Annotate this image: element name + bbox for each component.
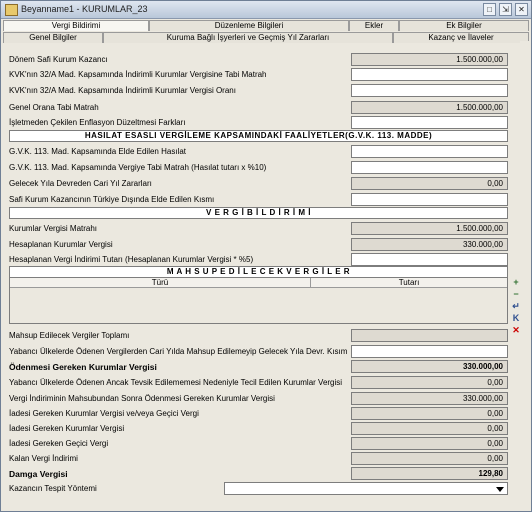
gvk-hasilat-label: G.V.K. 113. Mad. Kapsamında Elde Edilen … (9, 147, 186, 156)
tab-vergi-bildirimi[interactable]: Vergi Bildirimi (3, 20, 149, 31)
section-vergi-bildirimi: V E R G İ B İ L D İ R İ M İ (9, 207, 508, 219)
title-bar: Beyanname1 - KURUMLAR_23 □ ⇲ ✕ (1, 1, 531, 19)
iade-kv-label: İadesi Gereken Kurumlar Vergisi (9, 424, 125, 433)
yabanci-tecil-label: Yabancı Ülkelerde Ödenen Ancak Tevsik Ed… (9, 378, 343, 387)
safi-yurtdisi-field[interactable] (351, 193, 508, 206)
genel-oran-field: 1.500.000,00 (351, 101, 508, 114)
iade-kv-gecici-field: 0,00 (351, 407, 508, 420)
indirim-tutari-field[interactable] (351, 253, 508, 266)
gvk-matrah-label: G.V.K. 113. Mad. Kapsamında Vergiye Tabi… (9, 163, 267, 172)
genel-oran-label: Genel Orana Tabi Matrah (9, 103, 99, 112)
kvk32a-matrah-field[interactable] (351, 68, 508, 81)
kalan-indirim-field: 0,00 (351, 452, 508, 465)
tab-ekler[interactable]: Ekler (349, 20, 399, 31)
mahsup-toplam-label: Mahsup Edilecek Vergiler Toplamı (9, 331, 130, 340)
safi-yurtdisi-label: Safi Kurum Kazancının Türkiye Dışında El… (9, 195, 215, 204)
window-title: Beyanname1 - KURUMLAR_23 (21, 4, 148, 14)
iade-kv-field: 0,00 (351, 422, 508, 435)
gelecek-zarar-field: 0,00 (351, 177, 508, 190)
grid-col-tutari[interactable]: Tutarı (311, 278, 507, 288)
damga-field: 129,80 (351, 467, 508, 480)
yabanci-devr-label: Yabancı Ülkelerde Ödenen Vergilerden Car… (9, 347, 348, 356)
indirim-tutari-label: Hesaplanan Vergi İndirimi Tutarı (Hesapl… (9, 255, 254, 264)
kalan-indirim-label: Kalan Vergi İndirimi (9, 454, 78, 463)
right-margin (520, 41, 529, 501)
mahsup-toplam-field (351, 329, 508, 342)
odenmesi-gereken-label: Ödenmesi Gereken Kurumlar Vergisi (9, 362, 157, 372)
kvk32a-oran-label: KVK'nın 32/A Mad. Kapsamında İndirimli K… (9, 86, 236, 95)
window-controls: □ ⇲ ✕ (483, 3, 528, 16)
donem-safi-label: Dönem Safi Kurum Kazancı (9, 55, 108, 64)
yabanci-devr-field[interactable] (351, 345, 508, 358)
sub-tabs: Genel Bilgiler Kuruma Bağlı İşyerleri ve… (3, 32, 529, 43)
damga-label: Damga Vergisi (9, 469, 68, 479)
indirim-sonra-label: Vergi İndiriminin Mahsubundan Sonra Öden… (9, 394, 275, 403)
tab-ek-bilgiler[interactable]: Ek Bilgiler (399, 20, 529, 31)
form-content: Dönem Safi Kurum Kazancı 1.500.000,00 KV… (4, 43, 520, 497)
hesaplanan-kv-field: 330.000,00 (351, 238, 508, 251)
tab-kazanc-ve-ilaveler[interactable]: Kazanç ve İlaveler (393, 32, 529, 43)
tab-genel-bilgiler[interactable]: Genel Bilgiler (3, 32, 103, 43)
odenmesi-gereken-field: 330.000,00 (351, 360, 508, 373)
tab-kuruma-bagli-isyerleri[interactable]: Kuruma Bağlı İşyerleri ve Geçmiş Yıl Zar… (103, 32, 393, 43)
hesaplanan-kv-label: Hesaplanan Kurumlar Vergisi (9, 240, 113, 249)
yabanci-tecil-field: 0,00 (351, 376, 508, 389)
donem-safi-field: 1.500.000,00 (351, 53, 508, 66)
indirim-sonra-field: 330.000,00 (351, 392, 508, 405)
kvk32a-matrah-label: KVK'nın 32/A Mad. Kapsamında İndirimli K… (9, 70, 267, 79)
section-hasilat-esasli: HASILAT ESASLI VERGİLEME KAPSAMINDAKİ FA… (9, 130, 508, 142)
gvk-matrah-field[interactable] (351, 161, 508, 174)
restore-button[interactable]: □ (483, 3, 496, 16)
close-button[interactable]: ✕ (515, 3, 528, 16)
enflasyon-label: İşletmeden Çekilen Enflasyon Düzeltmesi … (9, 118, 186, 127)
kvk32a-oran-field[interactable] (351, 84, 508, 97)
tespit-label: Kazancın Tespit Yöntemi (9, 484, 97, 493)
gelecek-zarar-label: Gelecek Yıla Devreden Cari Yıl Zararları (9, 179, 152, 188)
grid-col-turu[interactable]: Türü (10, 278, 311, 288)
tab-duzenleme-bilgileri[interactable]: Düzenleme Bilgileri (149, 20, 349, 31)
enflasyon-field[interactable] (351, 116, 508, 129)
window-icon (5, 4, 18, 16)
kv-matrahi-label: Kurumlar Vergisi Matrahı (9, 224, 98, 233)
iade-kv-gecici-label: İadesi Gereken Kurumlar Vergisi ve/veya … (9, 409, 199, 418)
main-tabs: Vergi Bildirimi Düzenleme Bilgileri Ekle… (3, 20, 529, 31)
iade-gecici-field: 0,00 (351, 437, 508, 450)
mahsup-grid[interactable]: Türü Tutarı (9, 277, 508, 324)
chevron-down-icon[interactable] (496, 487, 504, 492)
tespit-dropdown[interactable] (224, 482, 508, 495)
iade-gecici-label: İadesi Gereken Geçici Vergi (9, 439, 109, 448)
app-window: Beyanname1 - KURUMLAR_23 □ ⇲ ✕ Vergi Bil… (0, 0, 532, 512)
gvk-hasilat-field[interactable] (351, 145, 508, 158)
kv-matrahi-field: 1.500.000,00 (351, 222, 508, 235)
maximize-button[interactable]: ⇲ (499, 3, 512, 16)
